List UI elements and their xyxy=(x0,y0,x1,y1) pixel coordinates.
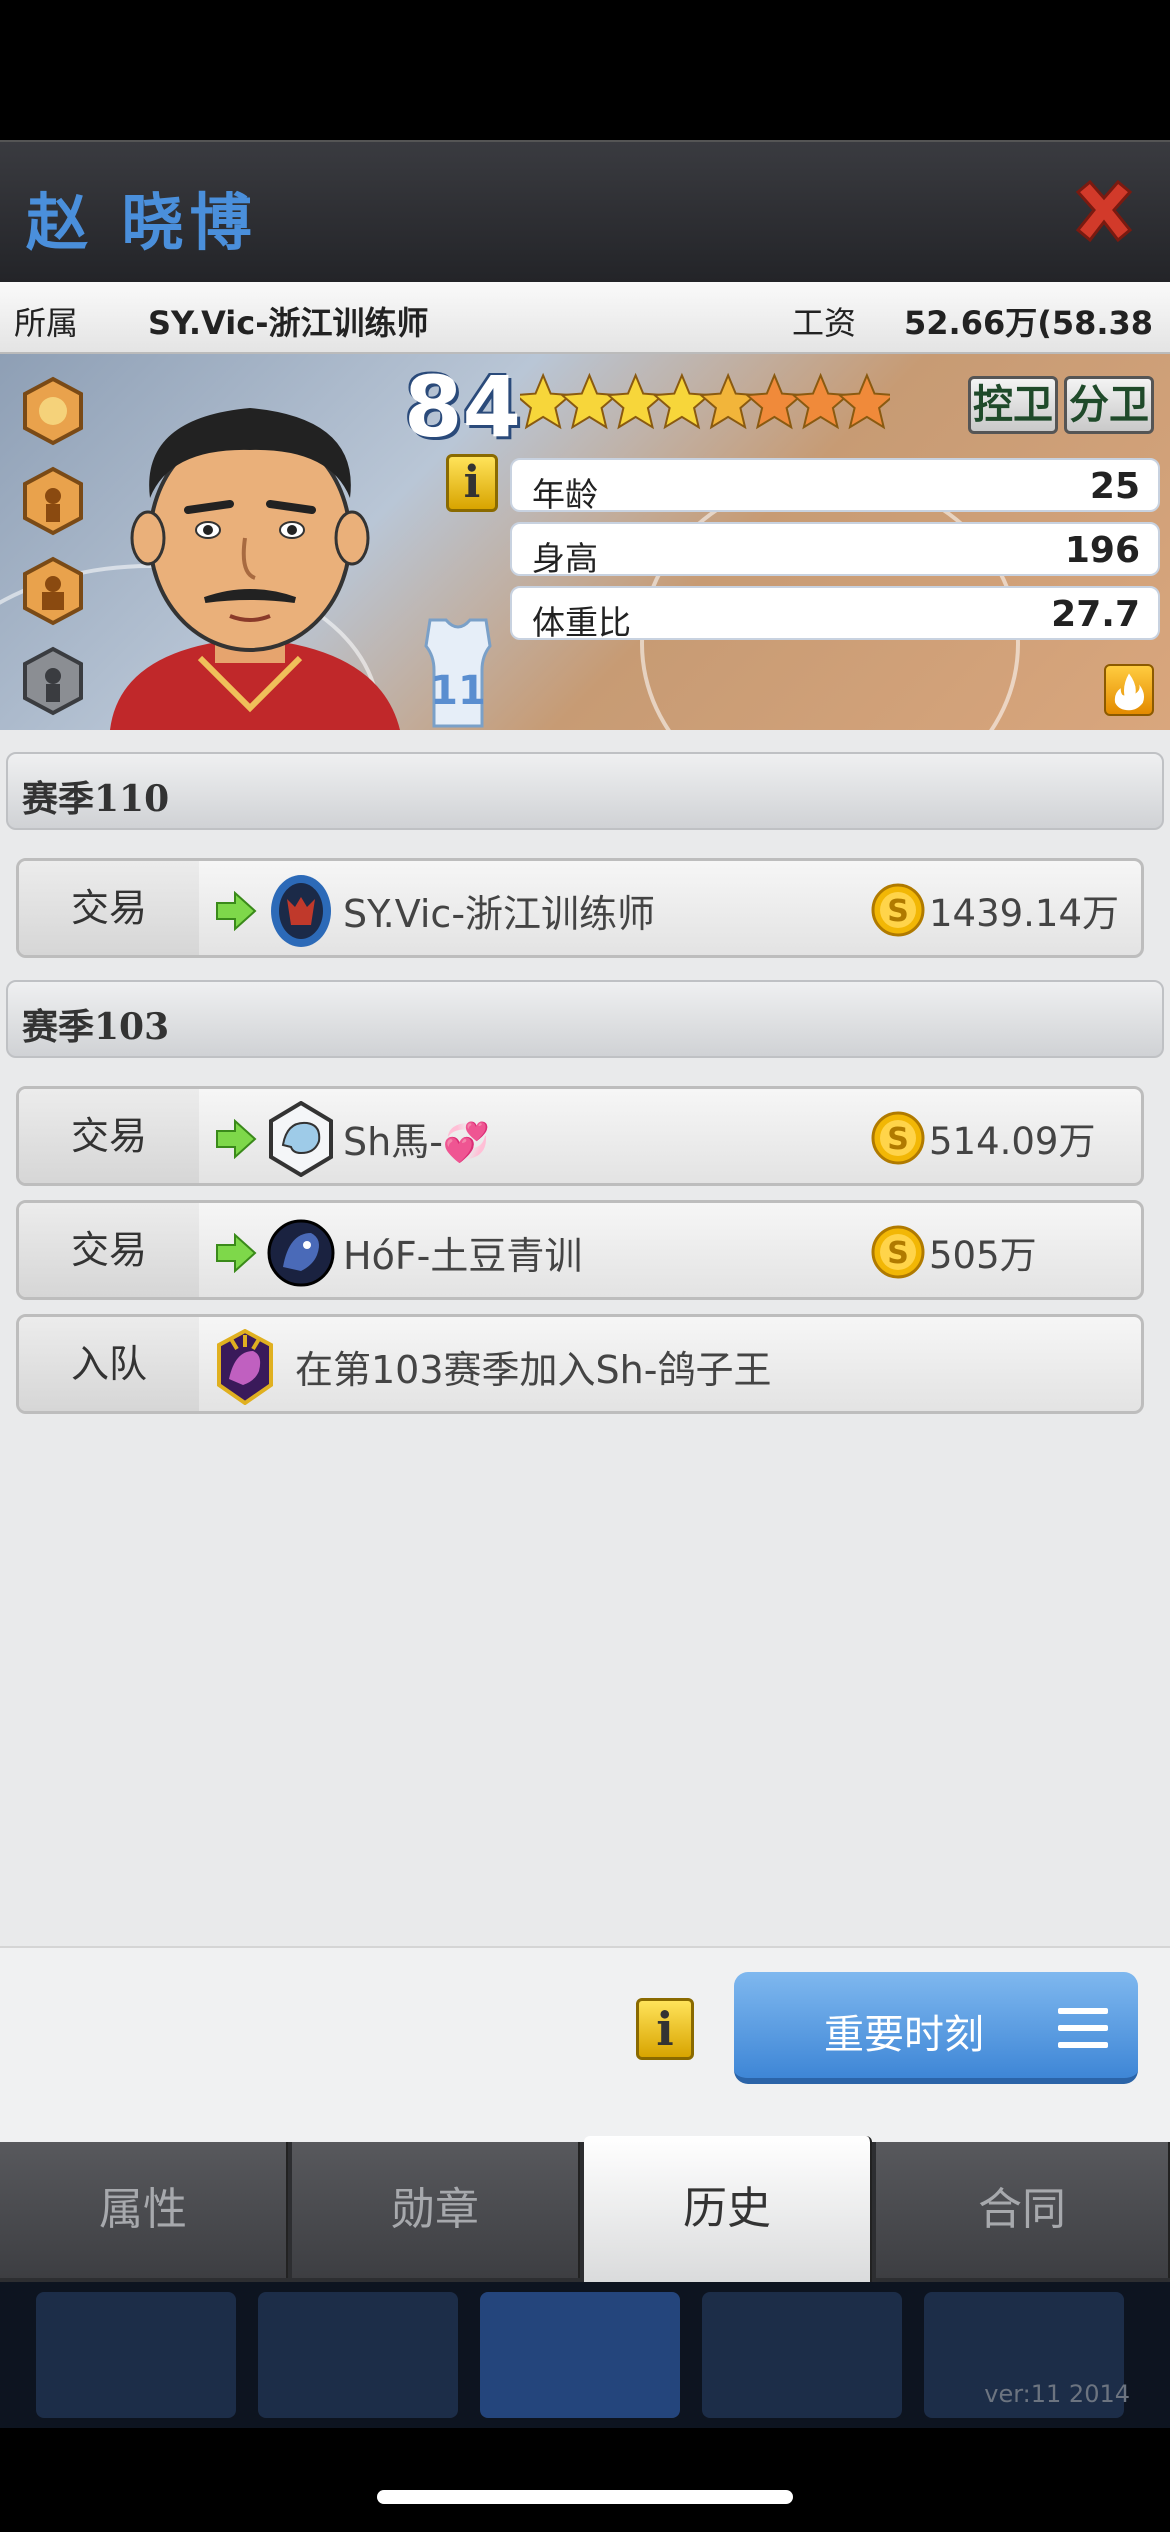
skill-badge-icon[interactable] xyxy=(18,556,88,626)
menu-icon xyxy=(1058,2008,1108,2050)
stat-value: 27.7 xyxy=(1051,594,1140,635)
stat-value: 196 xyxy=(1064,530,1140,571)
team-name: HóF-土豆青训 xyxy=(343,1234,583,1278)
arrow-right-icon xyxy=(216,1119,257,1159)
info-icon[interactable]: i xyxy=(636,1998,694,2060)
star-icon xyxy=(744,372,805,430)
coin-icon: S xyxy=(871,1111,925,1165)
close-icon[interactable] xyxy=(1068,176,1140,248)
stat-height: 身高 196 xyxy=(510,522,1160,578)
star-icon xyxy=(698,372,758,430)
season-header: 赛季110 xyxy=(6,752,1164,830)
event-type: 交易 xyxy=(19,1089,199,1183)
event-type: 交易 xyxy=(19,1203,199,1297)
position-tag-sg: 分卫 xyxy=(1064,376,1154,434)
team-value: SY.Vic-浙江训练师 xyxy=(148,304,429,342)
svg-text:S: S xyxy=(887,1122,909,1157)
history-event-row[interactable]: 入队 在第103赛季加入Sh-鸽子王 xyxy=(16,1314,1144,1414)
fire-icon[interactable] xyxy=(1104,664,1154,716)
tab-badges[interactable]: 勋章 xyxy=(292,2142,580,2278)
team-logo-icon xyxy=(267,1219,335,1287)
dock-item xyxy=(702,2292,902,2418)
star-icon xyxy=(652,372,712,430)
stat-label: 身高 xyxy=(532,539,598,578)
stat-age: 年龄 25 xyxy=(510,458,1160,514)
arrow-right-icon xyxy=(216,891,257,931)
action-bar: i 重要时刻 xyxy=(0,1946,1170,2142)
history-event-row[interactable]: 交易 HóF-土豆青训 S 505万 xyxy=(16,1200,1144,1300)
history-list[interactable]: 赛季110 交易 SY.Vic-浙江训练师 S 1439.14万 赛季103 交… xyxy=(0,730,1170,1946)
position-tag-pg: 控卫 xyxy=(968,376,1058,434)
transfer-price: 1439.14万 xyxy=(929,892,1120,935)
svg-text:S: S xyxy=(887,894,909,929)
history-event-row[interactable]: 交易 Sh馬-💞 S 514.09万 xyxy=(16,1086,1144,1186)
jersey-number: 11 xyxy=(430,668,486,714)
tab-contract[interactable]: 合同 xyxy=(876,2142,1170,2278)
player-history-screen: 赵 晓博 所属 SY.Vic-浙江训练师 工资 52.66万(58.38万) xyxy=(0,0,1170,2532)
team-name: Sh馬-💞 xyxy=(343,1120,491,1164)
player-avatar xyxy=(110,408,400,730)
key-moments-label: 重要时刻 xyxy=(824,2012,984,2058)
overall-rating: 84 xyxy=(404,358,521,456)
jersey-icon: 11 xyxy=(424,618,492,728)
star-icon xyxy=(837,372,890,430)
team-name: SY.Vic-浙江训练师 xyxy=(343,892,656,936)
join-description: 在第103赛季加入Sh-鸽子王 xyxy=(295,1348,772,1392)
dock-item xyxy=(36,2292,236,2418)
season-header: 赛季103 xyxy=(6,980,1164,1058)
star-icon xyxy=(605,372,666,430)
info-icon[interactable]: i xyxy=(446,454,498,512)
season-title: 赛季110 xyxy=(22,778,170,820)
version-label: ver:11 2014 xyxy=(984,2380,1130,2408)
star-rating xyxy=(520,372,890,430)
team-logo-icon xyxy=(217,1329,273,1405)
tab-bar: 属性 勋章 历史 合同 xyxy=(0,2136,1170,2282)
salary-label: 工资 xyxy=(792,304,857,342)
player-card: 11 84 控卫 分卫 i 年龄 25 身高 196 体重比 27.7 xyxy=(0,354,1170,730)
transfer-price: 505万 xyxy=(929,1234,1037,1277)
key-moments-button[interactable]: 重要时刻 xyxy=(734,1972,1138,2084)
event-type: 入队 xyxy=(19,1317,199,1411)
skill-badge-icon[interactable] xyxy=(18,376,88,446)
stat-value: 25 xyxy=(1089,466,1140,507)
stat-label: 体重比 xyxy=(532,603,631,642)
tab-attributes[interactable]: 属性 xyxy=(0,2142,288,2278)
star-icon xyxy=(790,372,851,430)
star-icon xyxy=(520,372,573,430)
svg-text:S: S xyxy=(887,1236,909,1271)
coin-icon: S xyxy=(871,1225,925,1279)
season-title: 赛季103 xyxy=(22,1006,170,1048)
team-logo-icon xyxy=(269,1101,333,1177)
transfer-price: 514.09万 xyxy=(929,1120,1096,1163)
player-name: 赵 晓博 xyxy=(26,186,258,259)
title-bar: 赵 晓博 xyxy=(0,140,1170,282)
arrow-right-icon xyxy=(216,1233,257,1273)
stat-weight-ratio: 体重比 27.7 xyxy=(510,586,1160,642)
tab-history[interactable]: 历史 xyxy=(584,2136,872,2282)
skill-badge-icon[interactable] xyxy=(18,646,88,716)
stat-label: 年龄 xyxy=(532,475,598,514)
skill-badge-icon[interactable] xyxy=(18,466,88,536)
affiliation-bar: 所属 SY.Vic-浙江训练师 工资 52.66万(58.38万) xyxy=(0,282,1170,388)
team-label: 所属 xyxy=(14,304,79,342)
event-type: 交易 xyxy=(19,861,199,955)
coin-icon: S xyxy=(871,883,925,937)
dock-item xyxy=(480,2292,680,2418)
history-event-row[interactable]: 交易 SY.Vic-浙江训练师 S 1439.14万 xyxy=(16,858,1144,958)
team-logo-icon xyxy=(271,875,331,947)
home-indicator[interactable] xyxy=(377,2490,793,2504)
star-icon xyxy=(559,372,620,430)
dock-item xyxy=(258,2292,458,2418)
